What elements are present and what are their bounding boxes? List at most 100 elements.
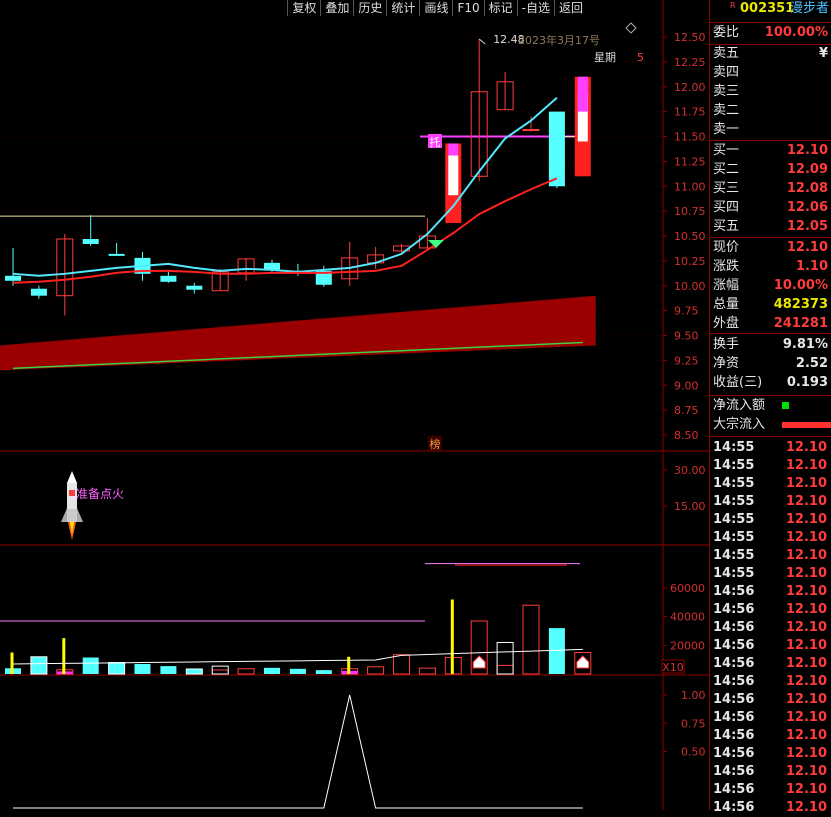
toolbar-button[interactable]: F10 xyxy=(452,0,484,16)
y-tick-label: 60000 xyxy=(670,582,705,595)
y-tick-label: 12.00 xyxy=(674,81,706,94)
candle-body xyxy=(186,285,203,290)
weekday-label: 星期 xyxy=(594,51,616,64)
trade-price: 12.10 xyxy=(785,728,827,743)
divider xyxy=(710,436,831,437)
trade-price: 12.10 xyxy=(785,710,827,725)
buy-level-label: 买三 xyxy=(713,181,740,196)
trade-time: 14:56 xyxy=(713,746,755,761)
house-icon xyxy=(472,655,486,669)
candle-body xyxy=(160,275,177,282)
stat-row-value: 482373 xyxy=(773,297,828,312)
trade-price: 12.10 xyxy=(785,584,827,599)
trade-price: 12.10 xyxy=(785,692,827,707)
stat-row: 涨跌 1.10 xyxy=(710,258,831,276)
sell-level: 卖三 xyxy=(710,83,831,101)
y-tick-label: 11.25 xyxy=(674,155,706,168)
chart-area[interactable]: 12.50 12.25 12.00 11.75 11.50 11.25 11.00 10.75… xyxy=(0,0,709,810)
toolbar: 复权 叠加 历史 统计 画线 F10 标记 -自选 返回 xyxy=(287,0,587,16)
toolbar-button[interactable]: 画线 xyxy=(419,0,453,16)
volume-bar xyxy=(134,663,151,674)
y-tick-label: 11.00 xyxy=(674,180,706,193)
stock-header: R 002351 漫步者 xyxy=(710,0,831,20)
trade-price: 12.10 xyxy=(785,548,827,563)
y-tick-label: 0.50 xyxy=(681,746,706,759)
tick-trade-row: 14:56 12.10 xyxy=(710,601,831,619)
trade-price: 12.10 xyxy=(785,746,827,761)
stat-row: 现价 12.10 xyxy=(710,239,831,257)
toolbar-button[interactable]: 历史 xyxy=(353,0,387,16)
net-inflow-row: 净流入额 xyxy=(710,397,831,415)
code-prefix: R xyxy=(730,1,736,10)
trade-time: 14:56 xyxy=(713,764,755,779)
y-tick-label: 9.50 xyxy=(674,330,699,343)
volume-bar xyxy=(418,667,436,675)
sell-level-label: 卖三 xyxy=(713,84,740,99)
tick-trade-row: 14:56 12.10 xyxy=(710,691,831,709)
tick-trade-row: 14:56 12.10 xyxy=(710,745,831,763)
buy-level-label: 买一 xyxy=(713,143,740,158)
rocket-icon xyxy=(69,490,75,496)
y-tick-label: 10.50 xyxy=(674,230,706,243)
trade-price: 12.10 xyxy=(785,800,827,815)
tick-trade-row: 14:56 12.10 xyxy=(710,709,831,727)
y-tick-label: 10.25 xyxy=(674,255,706,268)
buy-level-value: 12.06 xyxy=(786,200,828,215)
trade-price: 12.10 xyxy=(785,494,827,509)
buy-level-value: 12.05 xyxy=(786,219,828,234)
trade-time: 14:56 xyxy=(713,584,755,599)
toolbar-button[interactable]: -自选 xyxy=(516,0,554,16)
toolbar-button[interactable]: 叠加 xyxy=(320,0,354,16)
trade-time: 14:56 xyxy=(713,674,755,689)
trade-time: 14:56 xyxy=(713,656,755,671)
stat-row-label: 收益(三) xyxy=(713,375,763,390)
kline-chart[interactable]: 12.50 12.25 12.00 11.75 11.50 11.25 11.00 10.75… xyxy=(0,0,709,810)
weibi-row: 委比 100.00% xyxy=(710,24,831,42)
y-tick-label: 9.25 xyxy=(674,354,699,367)
volume-bar xyxy=(496,664,514,675)
net-inflow-bar xyxy=(782,402,789,409)
buy-level: 买五 12.05 xyxy=(710,218,831,236)
tick-trade-row: 14:55 12.10 xyxy=(710,547,831,565)
y-tick-label: 12.50 xyxy=(674,31,706,44)
buy-level-value: 12.10 xyxy=(786,143,828,158)
stat-row-value: 12.10 xyxy=(786,240,828,255)
volume-unit-label: X10 xyxy=(662,661,684,674)
trade-price: 12.10 xyxy=(785,620,827,635)
toolbar-button[interactable]: 标记 xyxy=(483,0,517,16)
trade-time: 14:55 xyxy=(713,548,755,563)
trade-price: 12.10 xyxy=(785,512,827,527)
toolbar-button[interactable]: 统计 xyxy=(386,0,420,16)
buy-level-value: 12.09 xyxy=(786,162,828,177)
y-tick-label: 9.75 xyxy=(674,305,699,318)
trade-time: 14:55 xyxy=(713,494,755,509)
y-tick-label: 10.00 xyxy=(674,280,706,293)
trade-price: 12.10 xyxy=(785,764,827,779)
y-tick-label: 12.25 xyxy=(674,56,706,69)
y-tick-label: 30.00 xyxy=(674,464,706,477)
volume-bar xyxy=(211,669,229,675)
divider xyxy=(710,237,831,238)
weibi-label: 委比 xyxy=(713,25,740,40)
block-inflow-label: 大宗流入 xyxy=(713,417,766,432)
candle-inner xyxy=(448,155,459,196)
stat-row: 净资 2.52 xyxy=(710,355,831,373)
trade-price: 12.10 xyxy=(785,458,827,473)
divider xyxy=(710,140,831,141)
toolbar-button[interactable]: 返回 xyxy=(553,0,587,16)
tick-trade-row: 14:55 12.10 xyxy=(710,511,831,529)
y-tick-label: 0.75 xyxy=(681,717,706,730)
trade-time: 14:56 xyxy=(713,638,755,653)
ma-long-line xyxy=(12,177,558,284)
stat-row-value: 10.00% xyxy=(773,278,828,293)
ignite-signal-label: 准备点火 xyxy=(76,487,124,501)
volume-bar xyxy=(30,656,47,674)
trade-time: 14:55 xyxy=(713,440,755,455)
tick-trade-row: 14:56 12.10 xyxy=(710,637,831,655)
y-tick-label: 40000 xyxy=(670,611,705,624)
house-icon xyxy=(576,655,590,669)
toolbar-button[interactable]: 复权 xyxy=(287,0,321,16)
buy-level-label: 买四 xyxy=(713,200,740,215)
tick-trade-row: 14:55 12.10 xyxy=(710,565,831,583)
trade-price: 12.10 xyxy=(785,602,827,617)
